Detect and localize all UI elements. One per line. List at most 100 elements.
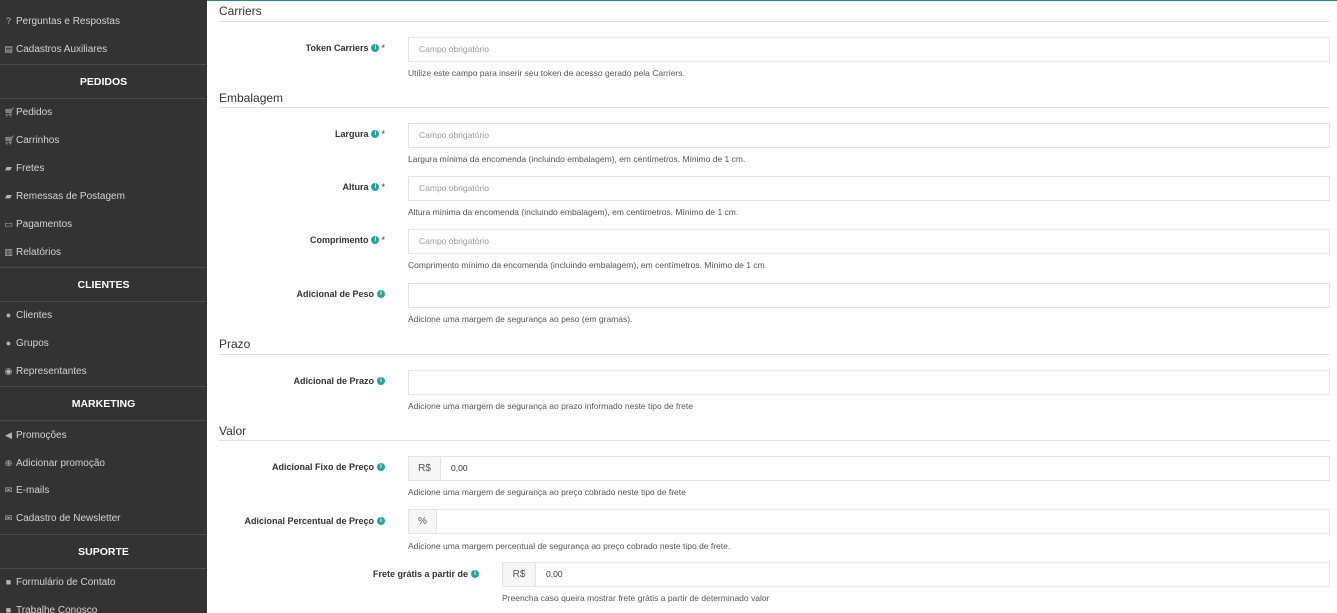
required-mark: * (381, 182, 385, 192)
info-icon[interactable]: i (371, 129, 380, 138)
sidebar-item-label: Remessas de Postagem (16, 190, 125, 202)
truck-icon: ▰ (5, 190, 12, 201)
sidebar-item-perguntas[interactable]: ? Perguntas e Respostas (0, 7, 207, 35)
adicional-prazo-help: Adicione uma margem de segurança ao praz… (408, 401, 693, 411)
sidebar-item-grupos[interactable]: ● Grupos (0, 329, 207, 357)
adicional-fixo-preco-input[interactable]: 0,00 (440, 456, 1330, 481)
sidebar-item-label: Clientes (16, 309, 53, 321)
sidebar-heading-clientes: CLIENTES (0, 267, 207, 302)
sidebar-item-label: Trabalhe Conosco (16, 604, 98, 613)
sidebar-item-pedidos[interactable]: 🛒︎ Pedidos (0, 98, 207, 126)
cart-icon: 🛒︎ (4, 106, 16, 117)
sidebar-item-label: Promoções (16, 429, 67, 441)
sidebar-item-trabalhe-conosco[interactable]: ■ Trabalhe Conosco (0, 596, 207, 613)
percent-addon: % (408, 509, 437, 534)
sidebar-item-carrinhos[interactable]: 🛒︎ Carrinhos (0, 126, 207, 154)
bar-chart-icon: ▥ (4, 246, 13, 257)
section-title-carriers: Carriers (219, 4, 262, 18)
largura-input[interactable]: Campo obrigatório (408, 123, 1330, 148)
sidebar-item-pagamentos[interactable]: ▭ Pagamentos (0, 210, 207, 238)
adicional-percentual-preco-input[interactable] (436, 509, 1330, 534)
largura-help: Largura mínima da encomenda (incluindo e… (408, 154, 746, 164)
sidebar-item-fretes[interactable]: ▰ Fretes (0, 154, 207, 182)
section-title-prazo: Prazo (219, 337, 251, 351)
sidebar-item-representantes[interactable]: ◉ Representantes (0, 357, 207, 385)
frete-gratis-label: Frete grátis a partir de i (373, 569, 480, 579)
token-carriers-input[interactable]: Campo obrigatório (408, 37, 1330, 62)
sidebar-item-label: Representantes (16, 365, 87, 377)
info-icon[interactable]: i (377, 516, 385, 525)
info-icon[interactable]: i (377, 376, 385, 385)
envelope-icon: ✉ (4, 484, 13, 495)
sidebar-item-adicionar-promocao[interactable]: ⊕ Adicionar promoção (0, 449, 207, 477)
adicional-prazo-input[interactable] (408, 370, 1330, 395)
adicional-peso-input[interactable] (408, 283, 1330, 308)
frete-gratis-input[interactable]: 0,00 (535, 562, 1330, 587)
sidebar-item-clientes[interactable]: ● Clientes (0, 301, 207, 329)
comment-icon: ■ (5, 604, 12, 613)
sidebar-item-label: E-mails (16, 484, 50, 496)
info-icon[interactable]: i (471, 569, 480, 578)
user-circle-icon: ◉ (4, 365, 13, 376)
adicional-peso-help: Adicione uma margem de segurança ao peso… (408, 314, 633, 324)
adicional-percentual-preco-help: Adicione uma margem percentual de segura… (408, 541, 731, 551)
sidebar-item-formulario-contato[interactable]: ■ Formulário de Contato (0, 568, 207, 596)
plus-circle-icon: ⊕ (4, 457, 13, 468)
info-icon[interactable]: i (371, 182, 380, 191)
user-icon: ● (5, 309, 12, 320)
sidebar-item-emails[interactable]: ✉ E-mails (0, 476, 207, 504)
adicional-percentual-preco-label: Adicional Percentual de Preço i (244, 516, 385, 526)
envelope-icon: ✉ (4, 512, 13, 523)
section-title-valor: Valor (219, 424, 247, 438)
sidebar-heading-pedidos: PEDIDOS (0, 64, 207, 99)
truck-icon: ▰ (5, 162, 12, 173)
info-icon[interactable]: i (371, 43, 380, 52)
comment-icon: ■ (5, 576, 12, 587)
info-icon[interactable]: i (371, 235, 380, 244)
section-divider (219, 21, 1330, 22)
currency-addon: R$ (408, 456, 441, 481)
sidebar-item-label: Cadastro de Newsletter (16, 512, 121, 524)
sidebar-item-newsletter[interactable]: ✉ Cadastro de Newsletter (0, 504, 207, 532)
sidebar-item-cadastros[interactable]: ▤ Cadastros Auxiliares (0, 35, 207, 63)
sidebar: ? Perguntas e Respostas ▤ Cadastros Auxi… (0, 0, 207, 613)
required-mark: * (381, 43, 385, 53)
sidebar-item-label: Cadastros Auxiliares (16, 43, 108, 55)
sidebar-item-label: Pagamentos (16, 218, 73, 230)
info-icon[interactable]: i (377, 462, 385, 471)
sidebar-item-label: Pedidos (16, 106, 53, 118)
required-mark: * (381, 235, 385, 245)
adicional-fixo-preco-help: Adicione uma margem de segurança ao preç… (408, 487, 686, 497)
users-icon: ● (5, 337, 12, 348)
section-divider (219, 440, 1330, 441)
currency-addon: R$ (502, 562, 536, 587)
frete-gratis-help: Preencha caso queira mostrar frete gráti… (502, 593, 770, 603)
sidebar-item-promocoes[interactable]: ◀ Promoções (0, 421, 207, 449)
cart-icon: 🛒︎ (4, 134, 16, 145)
token-carriers-help: Utilize este campo para inserir seu toke… (408, 68, 685, 78)
comprimento-help: Comprimento mínimo da encomenda (incluin… (408, 260, 768, 270)
sidebar-item-label: Adicionar promoção (16, 457, 105, 469)
required-mark: * (381, 129, 385, 139)
sidebar-item-label: Carrinhos (16, 134, 60, 146)
top-accent-line (207, 0, 1337, 1)
altura-input[interactable]: Campo obrigatório (408, 176, 1330, 201)
question-circle-icon: ? (5, 15, 11, 26)
section-divider (219, 107, 1330, 108)
sidebar-heading-suporte: SUPORTE (0, 534, 207, 569)
token-carriers-label: Token Carriers i * (305, 43, 385, 53)
sidebar-item-label: Grupos (16, 337, 49, 349)
sidebar-item-label: Perguntas e Respostas (16, 15, 120, 27)
comprimento-input[interactable]: Campo obrigatório (408, 229, 1330, 254)
adicional-fixo-preco-label: Adicional Fixo de Preço i (272, 462, 385, 472)
altura-label: Altura i * (342, 182, 385, 192)
section-title-embalagem: Embalagem (219, 91, 284, 105)
sidebar-item-remessas[interactable]: ▰ Remessas de Postagem (0, 182, 207, 210)
file-icon: ▤ (4, 43, 13, 54)
adicional-peso-label: Adicional de Peso i (296, 289, 385, 299)
adicional-prazo-label: Adicional de Prazo i (293, 376, 385, 386)
sidebar-item-relatorios[interactable]: ▥ Relatórios (0, 238, 207, 266)
comprimento-label: Comprimento i * (309, 235, 385, 245)
info-icon[interactable]: i (377, 289, 385, 298)
bullhorn-icon: ◀ (5, 429, 12, 440)
